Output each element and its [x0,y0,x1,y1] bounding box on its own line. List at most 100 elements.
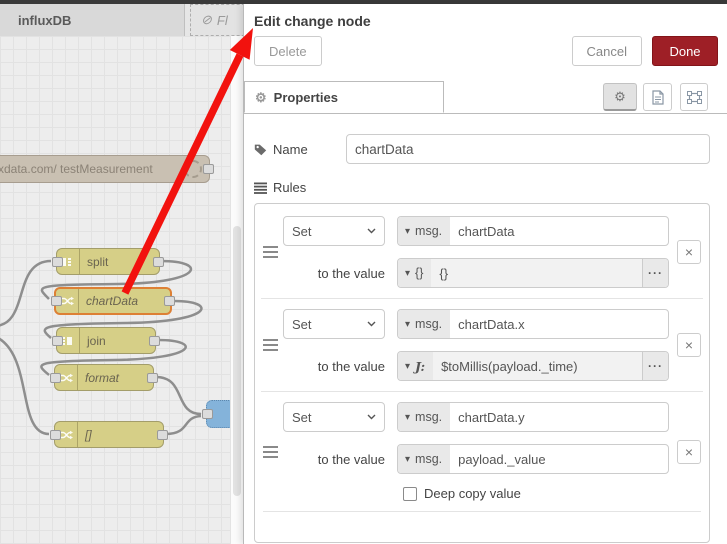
chevron-down-icon [367,414,376,420]
properties-form: Name Rules [244,114,727,543]
name-label: Name [254,142,346,157]
flow-tab-disabled[interactable]: ⊘ Fl [190,4,243,36]
flow-workspace: influxDB ⊘ Fl xdata.com/ testMeasurement [0,4,243,544]
value-type-button[interactable]: ▾ msg. [398,445,451,473]
value-input[interactable]: {} [431,259,642,287]
tab-properties-label: Properties [273,89,338,105]
flow-tab-influxdb[interactable]: influxDB [0,4,185,36]
value-typed-input: ▾ J: $toMillis(payload._time) ··· [397,351,669,381]
node-chartdata[interactable]: chartData [51,287,175,315]
action-select[interactable]: Set [283,309,385,339]
to-value-label: to the value [317,265,385,281]
property-type-button[interactable]: ▾ msg. [398,310,451,338]
action-select[interactable]: Set [283,402,385,432]
name-input[interactable] [346,134,710,164]
panel-toolbar: Delete Cancel Done [244,36,727,70]
appearance-tab-button[interactable] [680,83,708,111]
input-port[interactable] [50,429,61,440]
flow-tab-label: influxDB [18,12,72,28]
value-typed-input: ▾ msg. payload._value [397,444,669,474]
output-port[interactable] [149,335,160,346]
appearance-icon [686,90,702,104]
node-label: xdata.com/ testMeasurement [0,162,153,176]
property-typed-input: ▾ msg. chartData.y [397,402,669,432]
expand-editor-button[interactable]: ··· [642,352,668,380]
disabled-flow-icon: ⊘ [201,12,212,27]
rule-fields: Set ▾ msg. chartData.x to the value ▾ J:… [283,309,669,381]
flow-canvas[interactable]: xdata.com/ testMeasurement split chartDa… [0,36,243,544]
delete-button[interactable]: Delete [254,36,322,66]
edit-panel: Edit change node Delete Cancel Done ⚙ Pr… [243,4,727,544]
property-input[interactable]: chartData [450,217,668,245]
node-join[interactable]: join [52,327,160,354]
caret-down-icon: ▾ [405,360,411,372]
rule-row-2: Set ▾ msg. chartData.x to the value ▾ J:… [261,298,703,391]
drag-handle-icon[interactable] [263,246,283,258]
input-port[interactable] [202,409,213,419]
value-typed-input: ▾ {} {} ··· [397,258,669,288]
value-type-button[interactable]: ▾ J: [398,352,434,380]
output-port[interactable] [203,164,214,174]
rule-divider [263,511,701,512]
output-port[interactable] [157,429,168,440]
expand-editor-button[interactable]: ··· [642,259,668,287]
node-influxdb[interactable]: xdata.com/ testMeasurement [0,155,214,183]
input-port[interactable] [50,372,61,383]
output-port[interactable] [164,296,175,306]
rule-row-3: Set ▾ msg. chartData.y to the value ▾ ms… [261,391,703,511]
value-type-button[interactable]: ▾ {} [398,259,432,287]
canvas-scrollbar[interactable] [230,36,243,544]
node-format[interactable]: format [50,364,158,391]
node-red-editor: influxDB ⊘ Fl xdata.com/ testMeasurement [0,0,727,544]
node-label: [] [85,427,92,442]
to-value-label: to the value [317,358,385,374]
output-port[interactable] [153,256,164,267]
gear-icon: ⚙ [255,89,267,105]
value-input[interactable]: payload._value [450,445,668,473]
output-port[interactable] [147,372,158,383]
rules-container: Set ▾ msg. chartData to the value ▾ {} {… [254,203,710,543]
rule-fields: Set ▾ msg. chartData.y to the value ▾ ms… [283,402,669,501]
node-split[interactable]: split [52,248,164,275]
panel-title: Edit change node [254,13,371,29]
remove-rule-button[interactable]: × [677,240,701,264]
done-button[interactable]: Done [652,36,718,66]
rule-row-1: Set ▾ msg. chartData to the value ▾ {} {… [261,206,703,298]
tag-icon [254,144,267,155]
remove-rule-button[interactable]: × [677,439,701,464]
deep-copy-label: Deep copy value [424,486,521,501]
input-port[interactable] [51,296,62,306]
scrollbar-thumb[interactable] [233,226,241,496]
list-icon [254,182,267,194]
rules-label: Rules [254,180,710,195]
node-label: join [87,333,106,348]
editor-tab-row: ⚙ Properties ⚙ [244,81,727,114]
node-bracket[interactable]: [] [50,421,168,448]
property-type-button[interactable]: ▾ msg. [398,403,451,431]
to-value-label: to the value [317,451,385,467]
input-port[interactable] [52,256,63,267]
input-port[interactable] [52,335,63,346]
properties-tab-button[interactable]: ⚙ [603,83,637,111]
value-input[interactable]: $toMillis(payload._time) [433,352,642,380]
drag-handle-icon[interactable] [263,445,283,458]
description-tab-button[interactable] [643,83,672,111]
chevron-down-icon [367,228,376,234]
caret-down-icon: ▾ [405,453,411,465]
property-input[interactable]: chartData.y [450,403,668,431]
remove-rule-button[interactable]: × [677,333,701,357]
deep-copy-checkbox[interactable] [403,486,417,501]
node-label: chartData [86,294,139,308]
cancel-button[interactable]: Cancel [571,36,642,66]
tab-properties[interactable]: ⚙ Properties [244,81,444,113]
deep-copy-row: Deep copy value [403,486,669,501]
rule-fields: Set ▾ msg. chartData to the value ▾ {} {… [283,216,669,288]
property-typed-input: ▾ msg. chartData.x [397,309,669,339]
flow-tab-label: Fl [216,12,228,28]
drag-handle-icon[interactable] [263,339,283,351]
action-select[interactable]: Set [283,216,385,246]
property-input[interactable]: chartData.x [450,310,668,338]
property-typed-input: ▾ msg. chartData [397,216,669,246]
document-icon [651,89,664,105]
property-type-button[interactable]: ▾ msg. [398,217,451,245]
